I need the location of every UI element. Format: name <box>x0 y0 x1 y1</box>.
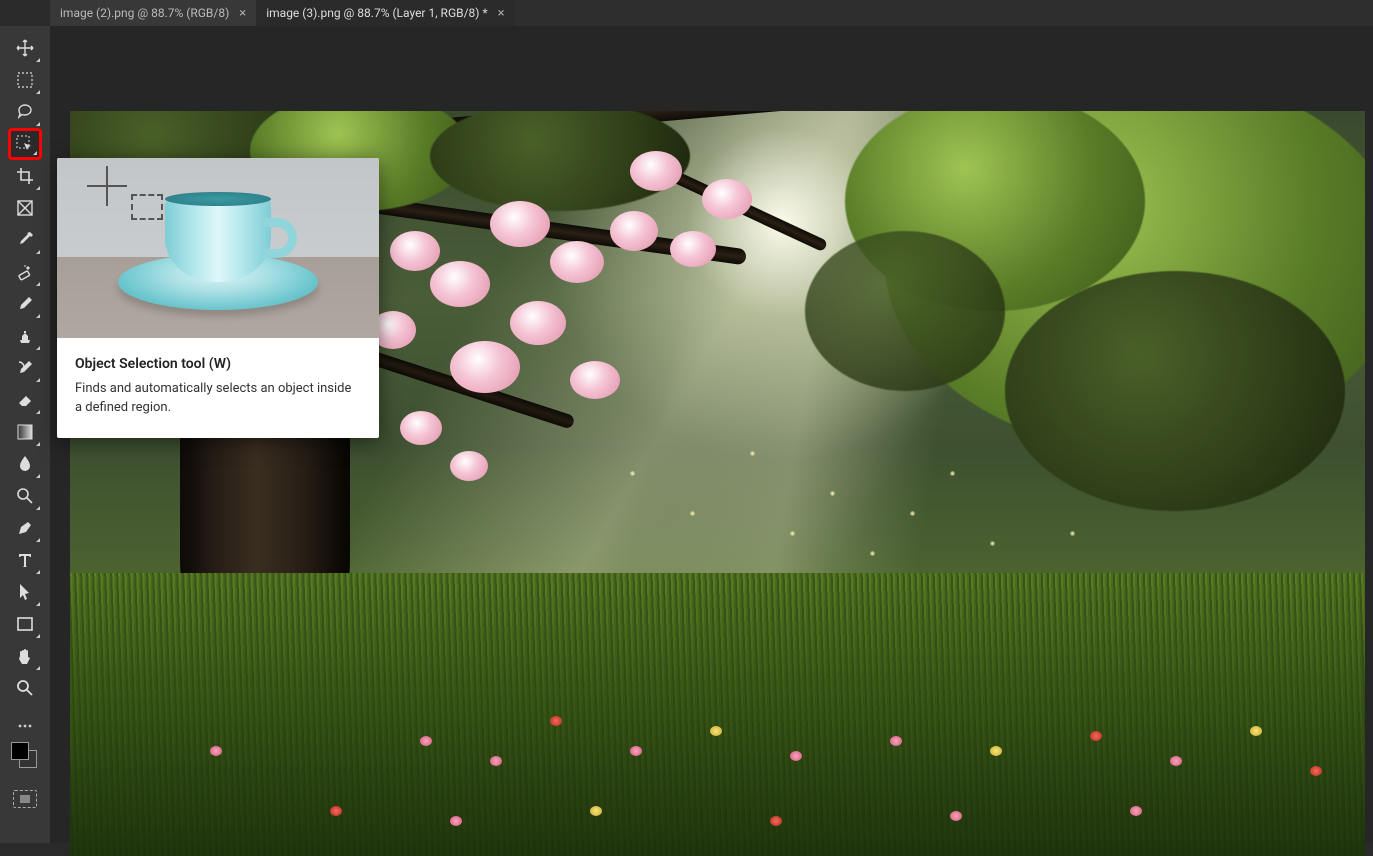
tab-image-2[interactable]: image (2).png @ 88.7% (RGB/8) × <box>50 0 256 26</box>
tools-panel <box>0 26 50 843</box>
edit-toolbar-button[interactable] <box>8 716 42 736</box>
path-selection-tool[interactable] <box>8 576 42 608</box>
tab-label: image (3).png @ 88.7% (Layer 1, RGB/8) * <box>266 6 487 20</box>
dodge-tool[interactable] <box>8 480 42 512</box>
type-tool[interactable] <box>8 544 42 576</box>
lasso-tool[interactable] <box>8 96 42 128</box>
quick-mask-toggle[interactable] <box>13 790 37 808</box>
close-icon[interactable]: × <box>498 6 505 21</box>
tooltip-title: Object Selection tool (W) <box>75 356 361 372</box>
tool-tooltip: Object Selection tool (W) Finds and auto… <box>57 158 379 438</box>
healing-brush-tool[interactable] <box>8 256 42 288</box>
clone-stamp-tool[interactable] <box>8 320 42 352</box>
eyedropper-tool[interactable] <box>8 224 42 256</box>
tab-image-3[interactable]: image (3).png @ 88.7% (Layer 1, RGB/8) *… <box>256 0 514 26</box>
rectangle-tool[interactable] <box>8 608 42 640</box>
blur-tool[interactable] <box>8 448 42 480</box>
close-icon[interactable]: × <box>239 6 246 21</box>
foreground-color-swatch[interactable] <box>11 742 29 760</box>
marquee-tool[interactable] <box>8 64 42 96</box>
tooltip-preview-image <box>57 158 379 338</box>
crop-tool[interactable] <box>8 160 42 192</box>
zoom-tool[interactable] <box>8 672 42 704</box>
gradient-tool[interactable] <box>8 416 42 448</box>
brush-tool[interactable] <box>8 288 42 320</box>
history-brush-tool[interactable] <box>8 352 42 384</box>
pen-tool[interactable] <box>8 512 42 544</box>
tab-label: image (2).png @ 88.7% (RGB/8) <box>60 6 229 20</box>
object-selection-tool[interactable] <box>8 128 42 160</box>
frame-tool[interactable] <box>8 192 42 224</box>
color-swatches[interactable] <box>11 742 39 770</box>
eraser-tool[interactable] <box>8 384 42 416</box>
document-tab-bar: image (2).png @ 88.7% (RGB/8) × image (3… <box>50 0 1373 26</box>
selection-cursor-icon <box>87 166 127 206</box>
move-tool[interactable] <box>8 32 42 64</box>
tooltip-description: Finds and automatically selects an objec… <box>75 380 361 418</box>
hand-tool[interactable] <box>8 640 42 672</box>
